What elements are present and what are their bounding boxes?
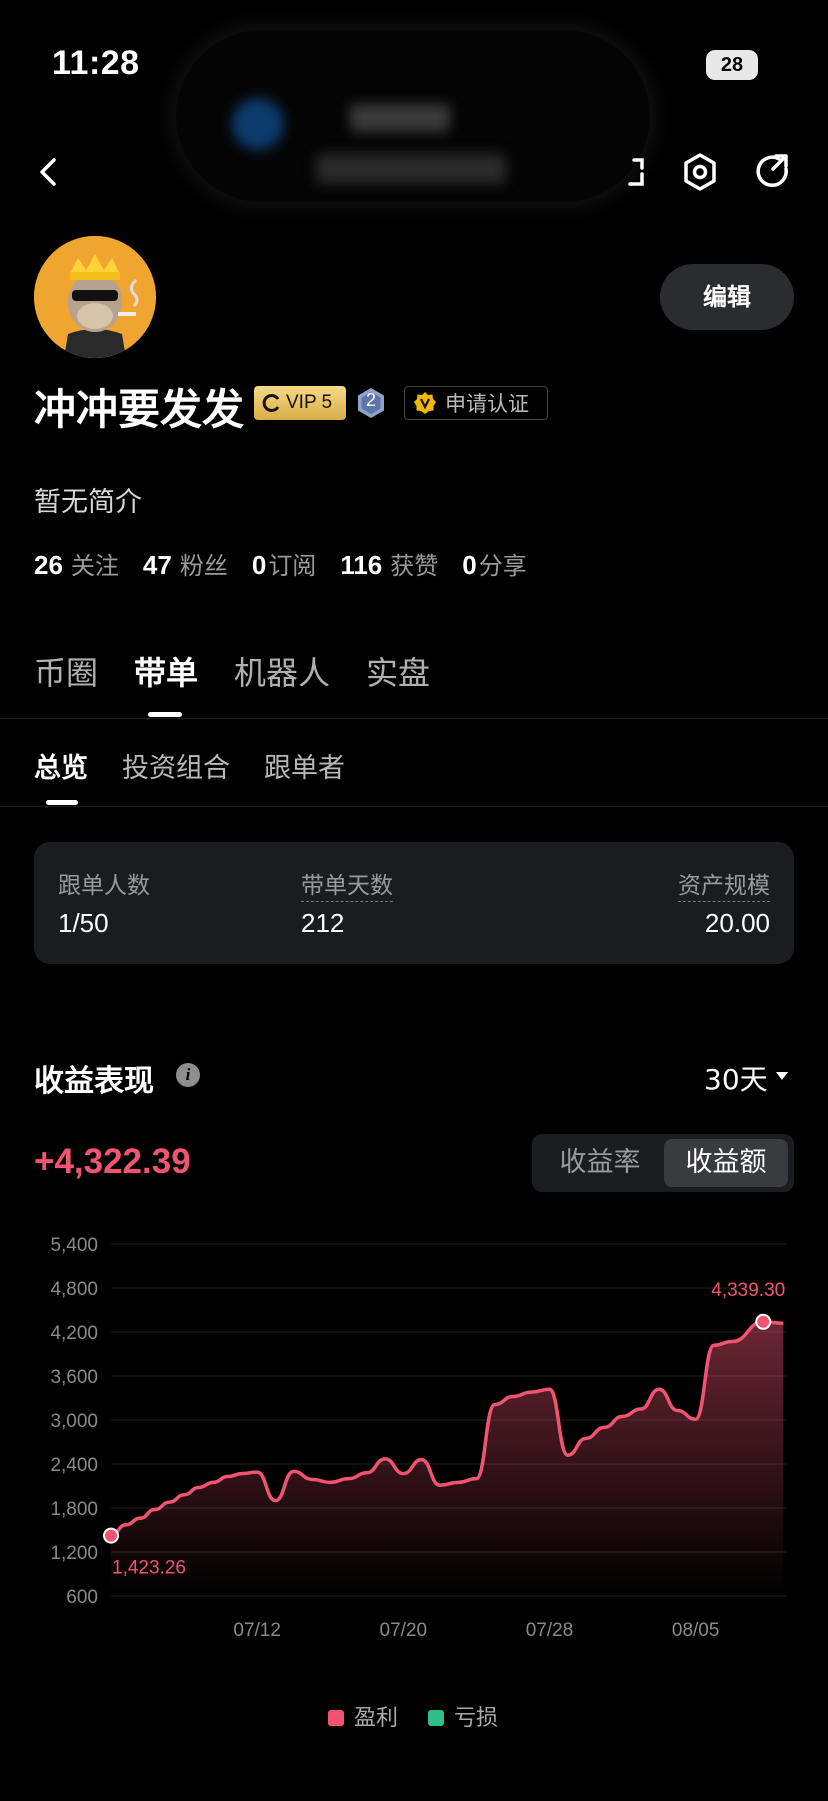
start-value-label: 1,423.26 <box>112 1558 186 1579</box>
vip-label: VIP 5 <box>286 392 333 413</box>
y-tick-label: 1,200 <box>50 1543 98 1564</box>
tab-live-trading[interactable]: 实盘 <box>366 648 430 694</box>
tab-portfolio[interactable]: 投资组合 <box>122 746 230 785</box>
main-tabs: 币圈 带单 机器人 实盘 <box>34 648 430 694</box>
toggle-profit-amount[interactable]: 收益额 <box>664 1139 788 1187</box>
y-tick-label: 5,400 <box>50 1235 98 1256</box>
battery-indicator: 28 <box>706 50 758 80</box>
x-tick-label: 07/20 <box>380 1620 428 1641</box>
lead-days-label[interactable]: 带单天数 <box>301 873 393 902</box>
legend-profit-swatch <box>328 1710 344 1726</box>
level-badge[interactable]: 2 <box>356 386 386 420</box>
sub-tab-indicator <box>46 800 78 805</box>
avatar[interactable] <box>34 236 156 358</box>
back-icon[interactable] <box>28 150 72 194</box>
verified-badge-icon <box>414 392 436 414</box>
y-tick-label: 3,600 <box>50 1367 98 1388</box>
settings-icon[interactable] <box>678 150 722 194</box>
bio: 暂无简介 <box>34 487 142 518</box>
tab-overview[interactable]: 总览 <box>34 746 88 785</box>
subtabs-divider <box>0 806 828 807</box>
stat-likes[interactable]: 116 获赞 <box>340 546 438 581</box>
total-profit: +4,322.39 <box>34 1142 191 1181</box>
max-point-marker <box>755 1313 772 1330</box>
y-tick-label: 1,800 <box>50 1499 98 1520</box>
profile-stats: 26 关注 47 粉丝 0订阅 116 获赞 0分享 <box>34 546 527 581</box>
legend-loss[interactable]: 亏损 <box>428 1700 498 1732</box>
ape-avatar-image <box>34 236 156 358</box>
stat-following[interactable]: 26 关注 <box>34 546 119 581</box>
dynamic-island-notification[interactable] <box>176 30 650 202</box>
level-number: 2 <box>365 390 376 410</box>
max-value-label: 4,339.30 <box>711 1280 785 1301</box>
vip-badge[interactable]: VIP 5 <box>254 386 346 420</box>
status-time: 11:28 <box>52 44 140 82</box>
y-tick-label: 600 <box>66 1587 98 1608</box>
followers-count-label: 跟单人数 <box>58 873 150 899</box>
y-tick-label: 2,400 <box>50 1455 98 1476</box>
metric-toggle: 收益率 收益额 <box>532 1134 794 1192</box>
username: 冲冲要发发 <box>34 385 245 434</box>
legend-profit[interactable]: 盈利 <box>328 1700 398 1732</box>
performance-title: 收益表现 <box>34 1064 154 1099</box>
aum-value: 20.00 <box>704 908 770 938</box>
toggle-return-rate[interactable]: 收益率 <box>538 1139 662 1187</box>
profit-chart[interactable]: 5,400 4,800 4,200 3,600 3,000 2,400 1,800 1,200… <box>0 1220 828 1650</box>
certify-label: 申请认证 <box>445 392 529 416</box>
share-card-icon[interactable] <box>610 150 654 194</box>
x-tick-label: 07/28 <box>526 1620 574 1641</box>
legend-loss-swatch <box>428 1710 445 1726</box>
tab-followers[interactable]: 跟单者 <box>264 746 345 785</box>
chart-legend: 盈利 亏损 <box>328 1700 498 1732</box>
period-selector[interactable]: 30天 <box>704 1058 768 1098</box>
tab-copy-trading[interactable]: 带单 <box>134 648 198 694</box>
start-point-marker <box>103 1527 119 1544</box>
notification-app-icon <box>232 98 284 150</box>
notification-title-blurred <box>350 104 450 132</box>
followers-count-value: 1/50 <box>58 908 109 938</box>
notification-body-blurred <box>316 154 506 184</box>
tab-bots[interactable]: 机器人 <box>234 648 330 694</box>
info-icon[interactable]: i <box>176 1063 200 1087</box>
x-tick-label: 07/12 <box>233 1620 281 1641</box>
tab-crypto-circle[interactable]: 币圈 <box>34 648 98 694</box>
y-tick-label: 3,000 <box>50 1411 98 1432</box>
share-icon[interactable] <box>752 150 796 194</box>
caret-down-icon[interactable] <box>776 1072 788 1080</box>
edit-profile-button[interactable]: 编辑 <box>660 264 794 330</box>
apply-certification-button[interactable]: 申请认证 <box>404 386 548 420</box>
y-tick-label: 4,200 <box>50 1323 98 1344</box>
stat-subscriptions[interactable]: 0订阅 <box>252 546 316 581</box>
x-tick-label: 08/05 <box>672 1620 720 1641</box>
tabs-divider <box>0 718 828 719</box>
profit-area <box>111 1321 784 1596</box>
vip-logo-icon <box>262 394 280 412</box>
aum-label[interactable]: 资产规模 <box>678 873 770 902</box>
stat-fans[interactable]: 47 粉丝 <box>143 546 228 581</box>
main-tab-indicator <box>148 712 182 717</box>
lead-days-value: 212 <box>301 908 345 938</box>
sub-tabs: 总览 投资组合 跟单者 <box>34 746 345 785</box>
y-tick-label: 4,800 <box>50 1279 98 1300</box>
stat-shares[interactable]: 0分享 <box>462 546 526 581</box>
summary-card: 跟单人数 1/50 带单天数 212 资产规模 20.00 <box>34 842 794 964</box>
